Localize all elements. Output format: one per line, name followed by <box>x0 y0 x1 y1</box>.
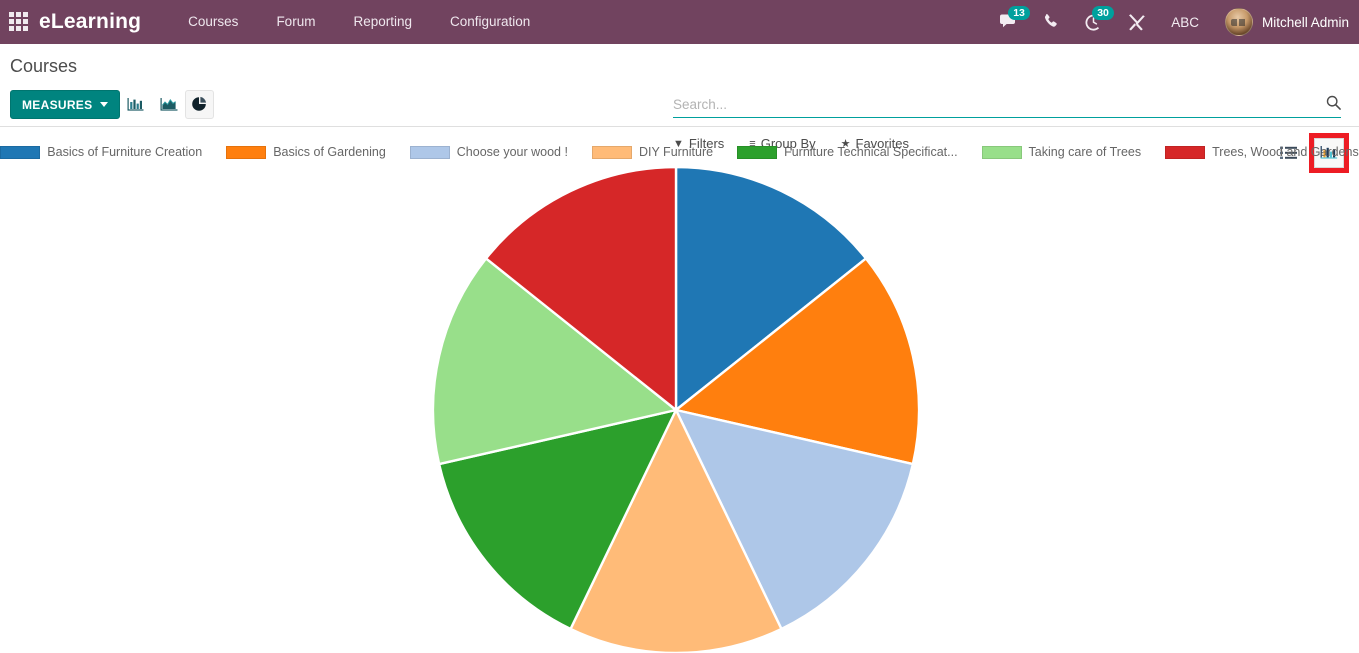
user-name-label: Mitchell Admin <box>1261 14 1349 30</box>
legend-label: Taking care of Trees <box>1028 145 1142 159</box>
nav-item-courses[interactable]: Courses <box>169 0 257 44</box>
user-avatar <box>1224 8 1253 36</box>
phone-icon[interactable] <box>1031 0 1071 44</box>
search-bar[interactable] <box>673 92 1341 118</box>
pie-chart-area <box>0 162 1359 653</box>
legend-swatch <box>981 145 1022 159</box>
legend-item[interactable]: Basics of Gardening <box>226 145 386 159</box>
tools-icon[interactable] <box>1115 0 1157 44</box>
messages-icon[interactable]: 13 <box>987 0 1031 44</box>
systray: 13 30 ABC Mitchell Admin <box>987 0 1359 44</box>
measures-button[interactable]: MEASURES <box>10 90 121 119</box>
pie-chart-icon[interactable] <box>185 90 214 119</box>
legend-swatch <box>0 145 41 159</box>
legend-item[interactable]: Basics of Furniture Creation <box>0 145 202 159</box>
legend-swatch <box>1165 145 1206 159</box>
messages-count-badge: 13 <box>1008 6 1030 20</box>
legend-label: Trees, Wood and Gardens <box>1212 145 1359 159</box>
apps-grid-icon[interactable] <box>9 12 29 32</box>
chart-legend: Basics of Furniture Creation Basics of Ga… <box>0 142 1359 162</box>
activities-clock-icon[interactable]: 30 <box>1071 0 1115 44</box>
legend-item[interactable]: Taking care of Trees <box>981 145 1142 159</box>
legend-swatch <box>737 145 778 159</box>
page-title: Courses <box>10 56 78 76</box>
legend-swatch <box>591 145 632 159</box>
line-chart-icon[interactable] <box>154 90 183 119</box>
language-abc-item[interactable]: ABC <box>1157 15 1213 30</box>
app-brand-elearning[interactable]: eLearning <box>39 10 141 34</box>
legend-label: Basics of Furniture Creation <box>47 145 203 159</box>
nav-item-forum[interactable]: Forum <box>257 0 334 44</box>
legend-label: Choose your wood ! <box>456 145 568 159</box>
bar-chart-icon[interactable] <box>121 90 150 119</box>
nav-item-configuration[interactable]: Configuration <box>431 0 549 44</box>
pie-chart-svg[interactable] <box>0 162 1359 653</box>
legend-swatch <box>226 145 267 159</box>
search-icon[interactable] <box>1320 95 1341 114</box>
user-menu[interactable]: Mitchell Admin <box>1213 8 1349 36</box>
legend-swatch <box>409 145 450 159</box>
top-navbar: eLearning Courses Forum Reporting Config… <box>0 0 1359 44</box>
measures-button-label: MEASURES <box>22 97 93 112</box>
legend-item[interactable]: Furniture Technical Specificat... <box>737 145 958 159</box>
legend-item[interactable]: Trees, Wood and Gardens <box>1165 145 1359 159</box>
activities-count-badge: 30 <box>1092 6 1114 20</box>
legend-item[interactable]: Choose your wood ! <box>409 145 568 159</box>
control-panel: Courses MEASURES Search... ▼ Filters ≡ G… <box>0 44 1359 173</box>
nav-item-reporting[interactable]: Reporting <box>334 0 431 44</box>
legend-label: Basics of Gardening <box>273 145 386 159</box>
legend-label: DIY Furniture <box>638 145 714 159</box>
chevron-down-icon <box>100 102 109 107</box>
legend-label: Furniture Technical Specificat... <box>784 145 958 159</box>
search-input[interactable] <box>673 97 1320 112</box>
legend-item[interactable]: DIY Furniture <box>591 145 714 159</box>
